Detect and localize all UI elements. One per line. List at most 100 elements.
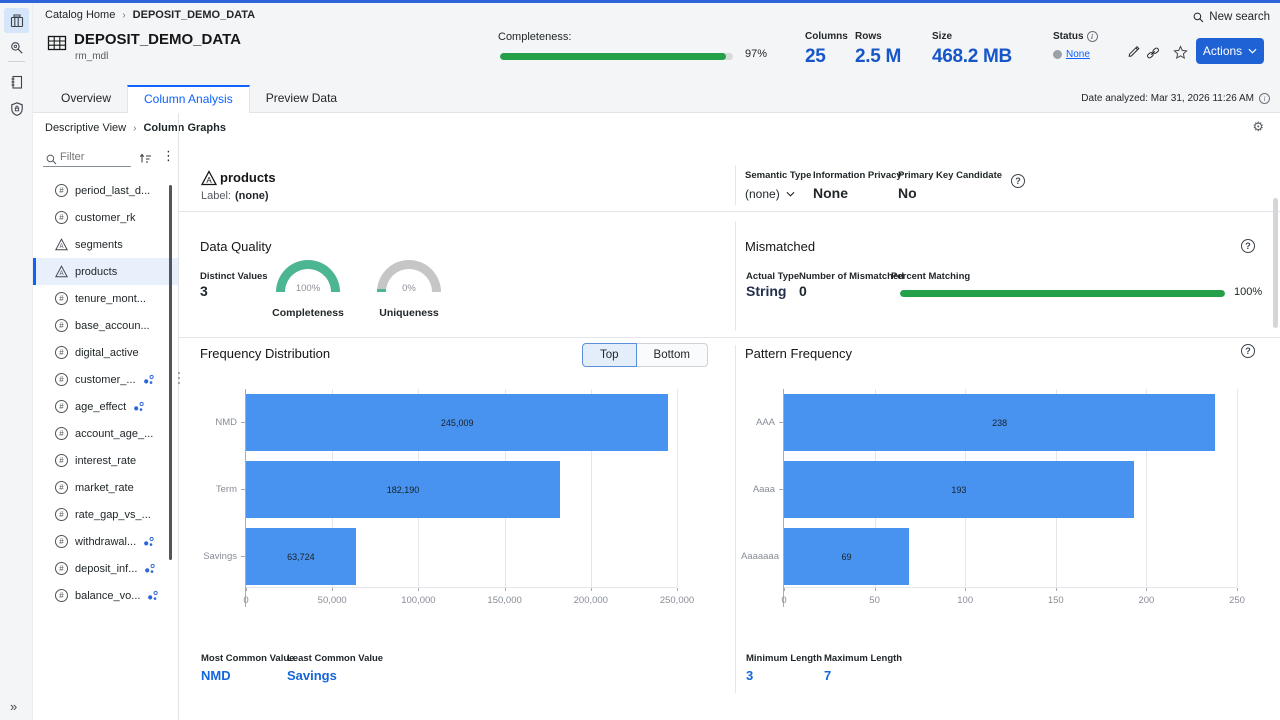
gear-icon[interactable]: ⚙ <box>1252 120 1264 135</box>
filter-input[interactable] <box>43 148 131 167</box>
x-tick-label: 100 <box>957 595 973 606</box>
sidebar-item-deposit_inf[interactable]: #deposit_inf... <box>33 555 178 582</box>
bar-Aaaaaaa: 69 <box>784 528 909 585</box>
breadcrumb-separator: › <box>133 123 136 134</box>
numeric-type-icon: # <box>55 508 68 521</box>
help-icon[interactable]: ? <box>1011 174 1025 188</box>
column-detail-panel: A products Label:(none) Semantic Type (n… <box>179 143 1280 720</box>
ml-insight-icon <box>133 401 144 412</box>
sidebar-item-age_effect[interactable]: #age_effect <box>33 393 178 420</box>
percent-matching-bar <box>900 290 1225 297</box>
semantic-type-dropdown[interactable]: (none) <box>745 187 811 201</box>
column-item-label: base_accoun... <box>75 320 150 332</box>
sidebar-scrollbar[interactable] <box>169 185 172 560</box>
tab-column-analysis[interactable]: Column Analysis <box>127 85 250 113</box>
numeric-type-icon: # <box>55 211 68 224</box>
bar-value-label: 182,190 <box>387 485 420 495</box>
sidebar-item-segments[interactable]: Asegments <box>33 231 178 258</box>
sidebar-item-digital_active[interactable]: #digital_active <box>33 339 178 366</box>
sidebar-item-balance_vo[interactable]: #balance_vo... <box>33 582 178 609</box>
status-link[interactable]: None <box>1053 49 1098 60</box>
x-tick-label: 250,000 <box>660 595 694 606</box>
view-breadcrumb: Descriptive View › Column Graphs <box>45 122 226 134</box>
sort-button[interactable] <box>138 151 152 165</box>
sidebar-item-customer_[interactable]: #customer_... <box>33 366 178 393</box>
breadcrumb-descriptive-view[interactable]: Descriptive View <box>45 122 126 134</box>
data-quality-title: Data Quality <box>200 239 272 254</box>
governance-nav-button[interactable] <box>4 96 29 121</box>
status-block: Status i None <box>1053 31 1098 60</box>
toggle-top-button[interactable]: Top <box>582 343 637 367</box>
main-scrollbar[interactable] <box>1273 198 1278 328</box>
sidebar-item-tenure_mont[interactable]: #tenure_mont... <box>33 285 178 312</box>
sidebar-item-rate_gap_vs_[interactable]: #rate_gap_vs_... <box>33 501 178 528</box>
category-label: Term <box>216 484 237 495</box>
category-label: NMD <box>215 417 237 428</box>
frequency-distribution-chart: NMDTermSavings245,009182,19063,724050,00… <box>200 389 677 612</box>
metadata-discovery-button[interactable] <box>4 35 29 60</box>
sidebar-item-market_rate[interactable]: #market_rate <box>33 474 178 501</box>
ml-insight-icon <box>143 536 154 547</box>
help-icon[interactable]: ? <box>1241 239 1255 253</box>
app-window: » Catalog Home › DEPOSIT_DEMO_DATA New s… <box>0 0 1280 720</box>
expand-rail-chevrons[interactable]: » <box>10 699 17 714</box>
bar-value-label: 63,724 <box>287 552 315 562</box>
sidebar-item-products[interactable]: Aproducts <box>33 258 178 285</box>
column-item-label: withdrawal... <box>75 536 136 548</box>
numeric-type-icon: # <box>55 427 68 440</box>
catalog-nav-button[interactable] <box>4 8 29 33</box>
page-subtitle-schema: rm_mdl <box>75 51 108 62</box>
information-privacy-block: Information Privacy None <box>813 170 902 201</box>
sidebar-item-period_last_d[interactable]: #period_last_d... <box>33 177 178 204</box>
stat-columns: Columns 25 <box>805 31 848 68</box>
numeric-type-icon: # <box>55 400 68 413</box>
category-label: Savings <box>203 551 237 562</box>
sidebar-item-customer_rk[interactable]: #customer_rk <box>33 204 178 231</box>
status-info-icon[interactable]: i <box>1087 31 1098 42</box>
percent-matching-label: Percent Matching <box>891 271 970 282</box>
column-item-label: products <box>75 266 117 278</box>
svg-text:A: A <box>59 244 63 250</box>
link-button[interactable] <box>1145 46 1161 60</box>
x-tick-label: 200 <box>1138 595 1154 606</box>
favorite-star-button[interactable] <box>1173 45 1188 60</box>
gauge-zero-tick <box>377 289 386 292</box>
breadcrumb-current-asset: DEPOSIT_DEMO_DATA <box>133 9 255 21</box>
tab-overview[interactable]: Overview <box>45 85 127 113</box>
semantic-type-block: Semantic Type (none) <box>745 170 811 201</box>
panel-resize-handle[interactable] <box>175 366 183 390</box>
toggle-bottom-button[interactable]: Bottom <box>637 343 708 367</box>
notebook-nav-button[interactable] <box>4 69 29 94</box>
content-area: Descriptive View › Column Graphs ⚙ ⋮ #pe… <box>33 113 1280 720</box>
divider <box>735 345 736 693</box>
sidebar-item-base_accoun[interactable]: #base_accoun... <box>33 312 178 339</box>
maximum-length-stat: Maximum Length 7 <box>824 653 902 683</box>
breadcrumb: Catalog Home › DEPOSIT_DEMO_DATA <box>45 9 255 21</box>
edit-pencil-button[interactable] <box>1127 43 1141 57</box>
help-icon[interactable]: ? <box>1241 344 1255 358</box>
sidebar-item-interest_rate[interactable]: #interest_rate <box>33 447 178 474</box>
mismatched-title: Mismatched <box>745 239 815 254</box>
sort-icon <box>138 151 152 165</box>
actions-button[interactable]: Actions <box>1196 38 1264 64</box>
bar-value-label: 245,009 <box>441 418 474 428</box>
tab-preview-data[interactable]: Preview Data <box>250 85 353 113</box>
breadcrumb-catalog-home[interactable]: Catalog Home <box>45 9 115 21</box>
rail-divider <box>8 61 25 62</box>
date-analyzed-info-icon[interactable]: i <box>1259 93 1270 104</box>
chevron-down-icon <box>1248 48 1257 54</box>
column-item-label: segments <box>75 239 123 251</box>
selected-column-name: products <box>220 170 276 185</box>
column-item-label: market_rate <box>75 482 134 494</box>
new-search-button[interactable]: New search <box>1193 11 1270 23</box>
completeness-progress-bar <box>500 53 733 60</box>
sidebar-item-withdrawal[interactable]: #withdrawal... <box>33 528 178 555</box>
sidebar-item-account_age_[interactable]: #account_age_... <box>33 420 178 447</box>
column-item-label: deposit_inf... <box>75 563 137 575</box>
mismatch-count-value: 0 <box>799 283 807 299</box>
overflow-menu-icon[interactable]: ⋮ <box>162 149 175 164</box>
discovery-search-icon <box>9 40 25 56</box>
string-type-icon: A <box>55 265 68 278</box>
least-common-value-stat: Least Common Value Savings <box>287 653 383 683</box>
asset-header: Catalog Home › DEPOSIT_DEMO_DATA New sea… <box>33 3 1280 85</box>
